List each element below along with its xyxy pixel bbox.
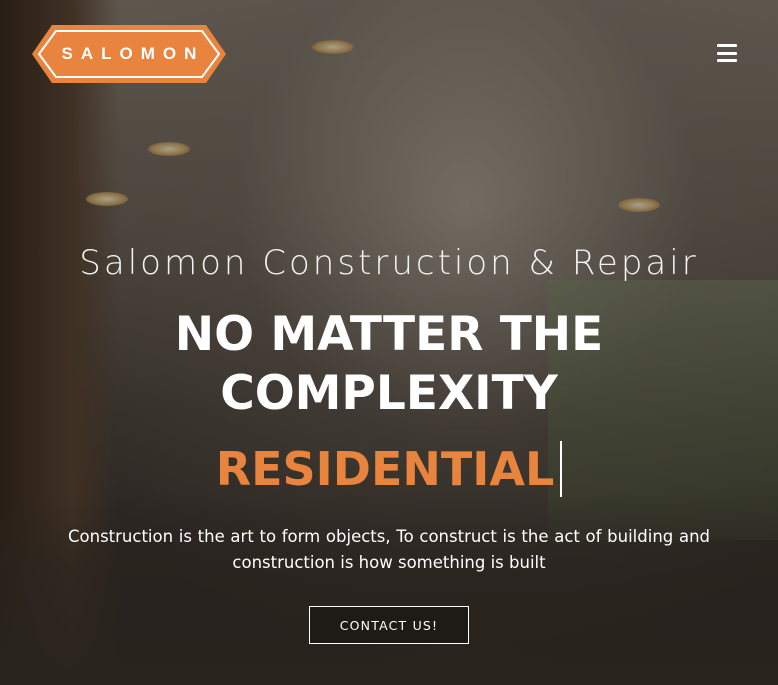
hamburger-menu-icon[interactable]	[717, 44, 737, 62]
hero-site-name: Salomon Construction & Repair	[79, 243, 699, 283]
hero-typed-text: RESIDENTIAL	[0, 440, 778, 498]
logo-text: SALOMON	[61, 44, 205, 63]
typing-cursor	[560, 441, 563, 497]
hero-tagline: Construction is the art to form objects,…	[68, 527, 710, 572]
hero-headline: NO MATTER THE COMPLEXITY	[174, 307, 604, 421]
site-logo[interactable]: SALOMON	[30, 23, 228, 85]
contact-us-button[interactable]: CONTACT US!	[309, 606, 469, 644]
typed-word: RESIDENTIAL	[215, 442, 555, 496]
